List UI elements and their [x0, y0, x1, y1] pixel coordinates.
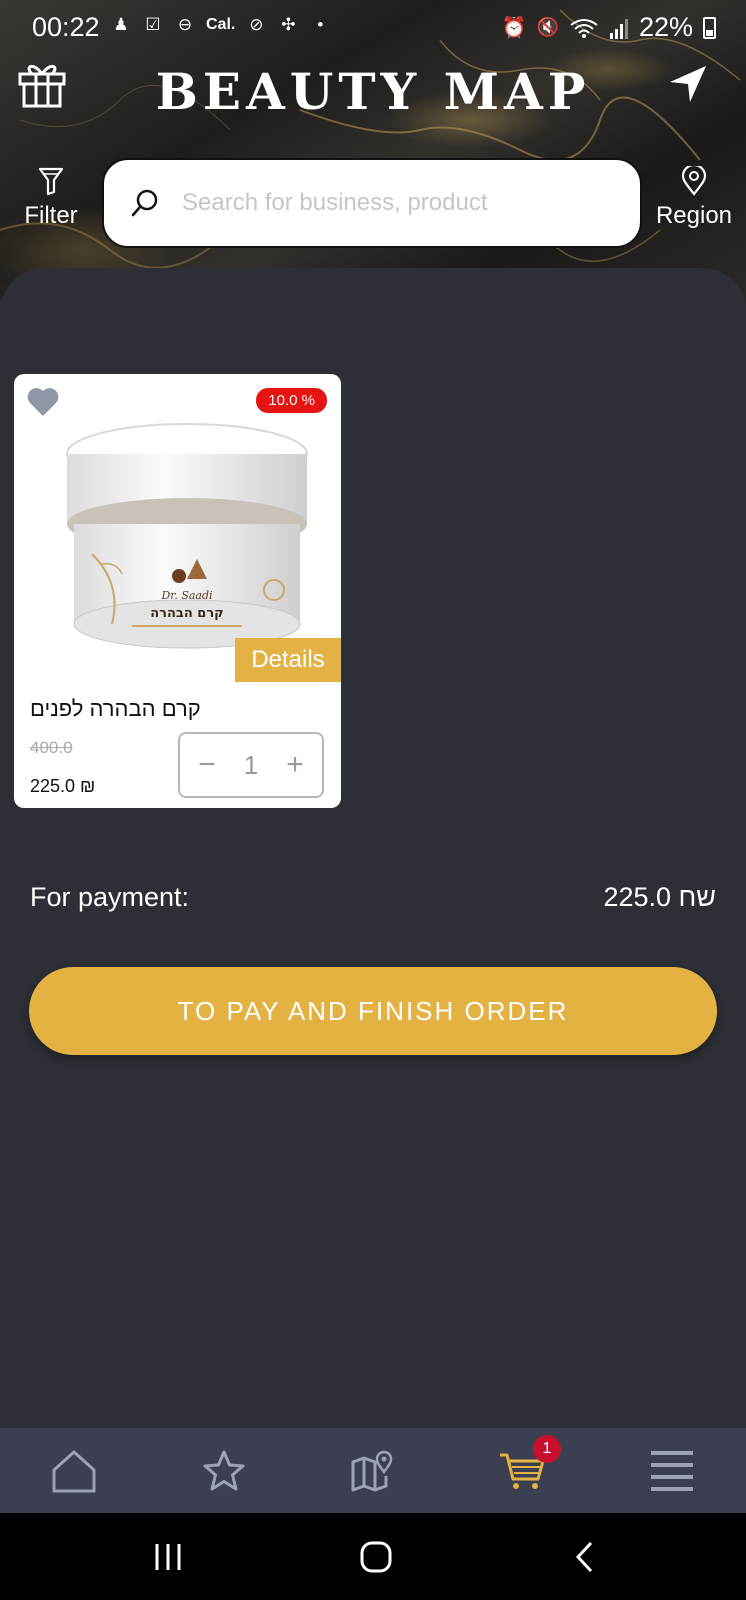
product-image[interactable]: Dr. Saadi קרם הבהרה	[62, 414, 312, 654]
status-time: 00:22	[32, 12, 100, 42]
carrier-label: Cal.	[206, 16, 236, 33]
product-image-brand: Dr. Saadi	[160, 589, 212, 602]
cart-item-card[interactable]: 10.0 % Dr. Saadi קרם הבהרה Details קרם ה…	[14, 374, 341, 808]
dnd-icon: ⊖	[177, 15, 193, 34]
nav-favorites[interactable]	[194, 1442, 254, 1500]
location-pin-icon	[681, 166, 707, 196]
pay-and-finish-button[interactable]: TO PAY AND FINISH ORDER	[29, 967, 717, 1055]
status-bar: 00:22 ♟ ☑ ⊖ Cal. ⊘ ✣ • ⏰ 🔇 22%	[0, 0, 746, 56]
recent-apps-button[interactable]	[148, 1537, 188, 1577]
region-label: Region	[655, 202, 733, 229]
filter-icon	[38, 167, 64, 196]
minus-icon[interactable]: −	[192, 748, 222, 782]
back-button[interactable]	[565, 1537, 605, 1577]
app-icon: ✣	[281, 15, 296, 34]
system-navigation-bar	[0, 1513, 746, 1600]
mute-icon: 🔇	[536, 17, 559, 37]
battery-icon	[703, 16, 716, 39]
nav-menu[interactable]	[642, 1442, 702, 1500]
details-button[interactable]: Details	[235, 638, 341, 682]
old-price: 400.0	[30, 738, 73, 757]
product-image-label: קרם הבהרה	[150, 606, 224, 621]
search-icon	[131, 189, 158, 217]
star-icon	[203, 1450, 245, 1491]
quantity-stepper: − 1 +	[178, 732, 324, 798]
new-price: 225.0 ₪	[30, 776, 96, 796]
plus-icon[interactable]: +	[280, 748, 310, 782]
nav-home[interactable]	[44, 1442, 104, 1500]
status-notification-icons: ♟ ☑ ⊖ Cal. ⊘ ✣ •	[110, 14, 331, 36]
nav-map[interactable]	[342, 1442, 402, 1500]
home-circle-icon	[360, 1541, 392, 1573]
navigation-arrow-icon[interactable]	[666, 62, 710, 106]
wifi-icon	[570, 18, 598, 38]
alarm-icon: ⏰	[501, 17, 527, 39]
search-bar[interactable]	[102, 158, 642, 248]
region-button[interactable]: Region	[652, 166, 736, 236]
product-name: קרם הבהרה לפנים	[30, 696, 201, 721]
home-button[interactable]	[356, 1537, 396, 1577]
recent-apps-icon	[155, 1544, 181, 1570]
discount-badge: 10.0 %	[256, 388, 327, 413]
payment-label: For payment:	[30, 882, 190, 912]
notification-app-icon: ♟	[113, 15, 129, 34]
home-icon	[52, 1450, 96, 1493]
dot-icon: •	[317, 15, 324, 34]
back-icon	[575, 1541, 593, 1573]
shield-icon: ⊘	[249, 15, 264, 34]
signal-icon	[609, 18, 628, 39]
app-title: BEAUTY MAP	[155, 62, 591, 121]
search-input[interactable]	[182, 189, 640, 217]
quantity-value: 1	[243, 749, 259, 780]
checkbox-icon: ☑	[145, 15, 161, 34]
filter-button[interactable]: Filter	[18, 166, 84, 236]
map-icon	[351, 1450, 393, 1492]
heart-icon[interactable]	[26, 386, 60, 418]
status-right: ⏰ 🔇 22%	[502, 12, 716, 43]
cart-count-badge: 1	[533, 1435, 561, 1463]
battery-percent: 22%	[638, 12, 693, 42]
menu-icon	[651, 1451, 693, 1491]
filter-label: Filter	[24, 202, 78, 229]
bottom-navigation	[0, 1428, 746, 1513]
payment-total: 225.0 שח	[603, 882, 716, 912]
